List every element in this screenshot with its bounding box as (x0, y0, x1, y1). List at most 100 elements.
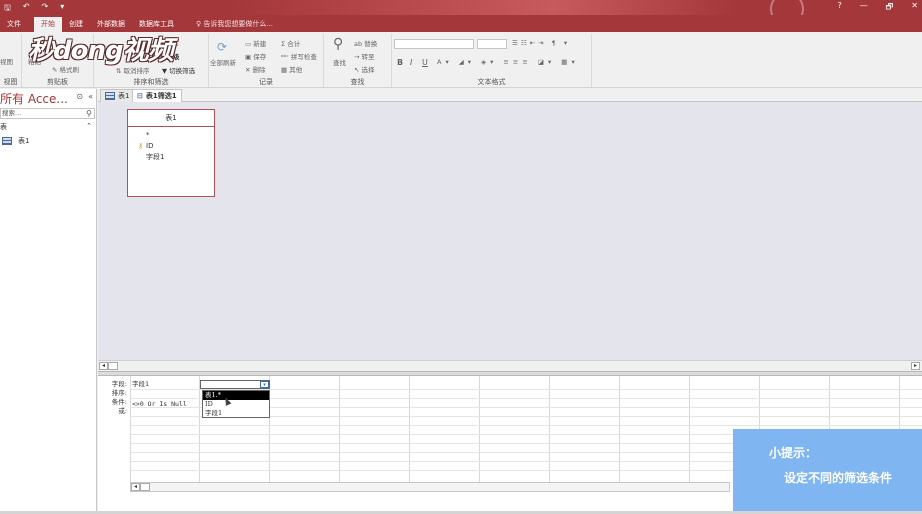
totals-button[interactable]: Σ 合计 (281, 38, 300, 48)
row-label-criteria: 条件: (111, 398, 127, 406)
window-controls: ? — 🗗 ✕ (838, 1, 918, 15)
dropdown-option[interactable]: 字段1 (203, 409, 269, 418)
italic-button[interactable]: I (410, 58, 412, 67)
redo-icon[interactable]: ↷ (42, 2, 49, 16)
group-records: ⟳ 全部刷新 ▭ 新建 ▣ 保存 ✕ 删除 Σ 合计 ᵃᵇᶜ 拼写检查 ▦ 其他… (209, 34, 324, 88)
tip-overlay: 小提示： 设定不同的筛选条件 (733, 429, 922, 511)
spelling-button[interactable]: ᵃᵇᶜ 拼写检查 (281, 51, 317, 61)
tip-text: 设定不同的筛选条件 (784, 471, 893, 485)
query-design-upper-pane: 表1 * ⚷ ID 字段1 (98, 102, 922, 360)
field-field1[interactable]: 字段1 (128, 152, 214, 163)
table-icon (105, 92, 115, 100)
select-button[interactable]: ↖ 选择 (354, 64, 375, 74)
doc-tab-table1[interactable]: 表1 (100, 89, 135, 102)
grid-column-7[interactable] (550, 376, 620, 482)
help-icon[interactable]: ? (838, 1, 842, 15)
spelling-icon: ᵃᵇᶜ (281, 53, 291, 61)
chevron-down-icon[interactable]: ▾ (260, 381, 269, 388)
refresh-all-button[interactable]: 全部刷新 (210, 57, 236, 67)
scroll-left-icon[interactable]: ◂ (99, 362, 108, 370)
list-format-icons[interactable]: ☰☷⇤⇥ ¶ ▾ (512, 39, 570, 47)
color-align-icons[interactable]: A▾ ◢▾ ◈▾ ≡≡≡ ◪▾ ▦▾ (437, 58, 579, 66)
dropdown-option[interactable]: ID (203, 400, 269, 409)
bold-button[interactable]: B (397, 58, 403, 67)
save-icon[interactable]: 🖫 (4, 2, 11, 16)
grid-column-8[interactable] (620, 376, 690, 482)
grid-column-4[interactable] (340, 376, 410, 482)
grid-column-3[interactable] (270, 376, 340, 482)
row-label-sort: 排序: (111, 389, 127, 397)
brush-icon: ✎ (52, 66, 60, 74)
font-family-select[interactable] (394, 39, 474, 49)
find-button[interactable]: 查找 (333, 57, 346, 67)
more-button[interactable]: ▦ 其他 (281, 64, 302, 74)
query-icon: ⊟ (137, 92, 143, 100)
title-bar: 🖫 ↶ ↷ ▾ ? — 🗗 ✕ (0, 0, 922, 26)
group-label-find: 查找 (350, 78, 365, 86)
scroll-right-icon[interactable]: ▸ (911, 362, 920, 370)
grid-column-5[interactable] (410, 376, 480, 482)
nav-group-tables[interactable]: 表 ⌃ (0, 122, 95, 132)
grid-column-1[interactable] (130, 376, 200, 482)
select-icon: ↖ (354, 66, 362, 74)
field-id[interactable]: ⚷ ID (128, 141, 214, 152)
undo-icon[interactable]: ↶ (23, 2, 30, 16)
group-label-sort-filter: 排序和筛选 (133, 78, 169, 86)
group-label-records: 记录 (259, 78, 273, 86)
scroll-left-icon[interactable]: ◂ (131, 483, 140, 491)
nav-buttons: ⊙ « (76, 92, 93, 101)
scroll-thumb[interactable] (108, 362, 118, 370)
view-button[interactable]: 视图 (0, 56, 13, 66)
replace-button[interactable]: ab 替换 (354, 38, 377, 48)
nav-title[interactable]: 所有 Acce... (0, 90, 68, 107)
replace-icon: ab (354, 40, 365, 48)
nav-search-input[interactable]: 搜索... ⚲ (0, 108, 95, 119)
customize-qat-icon[interactable]: ▾ (60, 2, 64, 16)
doc-tab-filter[interactable]: ⊟ 表1筛选1 (132, 89, 182, 102)
nav-item-table1[interactable]: 表1 (2, 136, 29, 146)
minimize-icon[interactable]: — (860, 1, 868, 15)
grid-row-line (130, 425, 922, 426)
tell-me-box[interactable]: ♀ 告诉我您想要做什么... (189, 17, 280, 32)
goto-button[interactable]: → 转至 (354, 51, 375, 61)
save-record-button[interactable]: ▣ 保存 (245, 51, 266, 61)
row-label-or: 或: (118, 407, 127, 415)
scroll-thumb[interactable] (140, 483, 150, 491)
watermark-logo: 秒dong视频 (28, 36, 174, 66)
table-icon (2, 137, 12, 145)
grid-horizontal-scrollbar[interactable]: ◂ (130, 482, 730, 492)
remove-sort-icon: ⇅ (116, 67, 124, 75)
font-size-select[interactable] (477, 39, 507, 49)
dropdown-option[interactable]: 表1.* (203, 391, 269, 400)
grid-column-6[interactable] (480, 376, 550, 482)
group-label-clipboard: 剪贴板 (47, 78, 68, 86)
criteria-cell-col1[interactable]: <>0 Or Is Null (132, 400, 187, 408)
underline-button[interactable]: U (422, 58, 428, 67)
nav-menu-icon[interactable]: ⊙ (76, 92, 83, 101)
more-icon: ▦ (281, 66, 290, 74)
group-label-text-format: 文本格式 (477, 78, 506, 86)
key-icon: ⚷ (138, 142, 144, 150)
collapse-group-icon[interactable]: ⌃ (86, 122, 92, 130)
collapse-pane-icon[interactable]: « (88, 92, 93, 101)
quick-access-toolbar: 🖫 ↶ ↷ ▾ (4, 2, 64, 16)
refresh-icon: ⟳ (217, 40, 228, 54)
restore-icon[interactable]: 🗗 (886, 1, 894, 15)
close-icon[interactable]: ✕ (911, 1, 918, 15)
delete-icon: ✕ (245, 66, 253, 74)
table-field-list[interactable]: 表1 * ⚷ ID 字段1 (127, 109, 215, 197)
field-cell-col1[interactable]: 字段1 (131, 380, 198, 389)
save-record-icon: ▣ (245, 53, 254, 61)
new-record-button[interactable]: ▭ 新建 (245, 38, 266, 48)
delete-record-button[interactable]: ✕ 删除 (245, 64, 266, 74)
search-icon[interactable]: ⚲ (86, 109, 92, 118)
table-field-list-title[interactable]: 表1 (128, 110, 214, 127)
field-all[interactable]: * (128, 130, 214, 141)
grid-row-labels: 字段: 排序: 条件: 或: (98, 380, 128, 416)
upper-horizontal-scrollbar[interactable]: ◂ ▸ (98, 360, 922, 370)
tab-file[interactable]: 文件 (0, 17, 28, 32)
group-text-format: ☰☷⇤⇥ ¶ ▾ B I U A▾ ◢▾ ◈▾ ≡≡≡ ◪▾ ▦▾ 文本格式 (392, 34, 592, 88)
row-label-field: 字段: (111, 380, 127, 388)
group-view: 视图 视图 (0, 34, 22, 88)
field-combo-col2[interactable]: ▾ (200, 380, 270, 389)
